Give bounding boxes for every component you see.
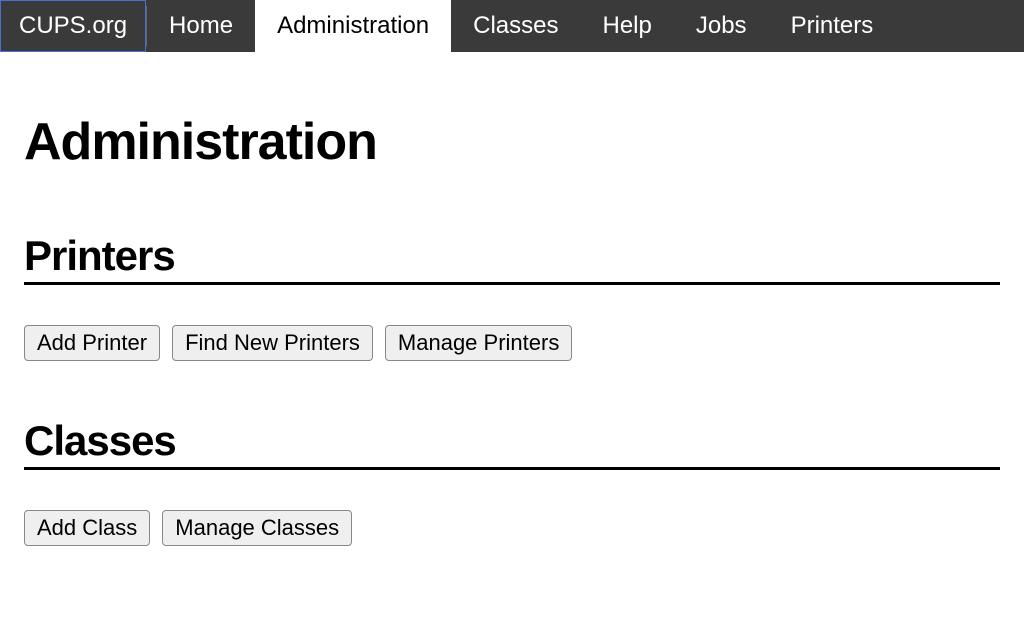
add-class-button[interactable]: Add Class — [24, 510, 150, 546]
nav-classes[interactable]: Classes — [451, 0, 580, 52]
nav-brand[interactable]: CUPS.org — [0, 0, 146, 52]
nav-home[interactable]: Home — [147, 0, 255, 52]
nav-administration[interactable]: Administration — [255, 0, 451, 52]
page-title: Administration — [24, 112, 1000, 172]
classes-button-row: Add Class Manage Classes — [24, 510, 1000, 546]
section-printers-title: Printers — [24, 232, 1000, 285]
find-new-printers-button[interactable]: Find New Printers — [172, 325, 373, 361]
nav-printers[interactable]: Printers — [769, 0, 896, 52]
printers-button-row: Add Printer Find New Printers Manage Pri… — [24, 325, 1000, 361]
manage-printers-button[interactable]: Manage Printers — [385, 325, 572, 361]
content: Administration Printers Add Printer Find… — [0, 52, 1024, 622]
add-printer-button[interactable]: Add Printer — [24, 325, 160, 361]
section-classes-title: Classes — [24, 417, 1000, 470]
nav-jobs[interactable]: Jobs — [674, 0, 769, 52]
manage-classes-button[interactable]: Manage Classes — [162, 510, 352, 546]
nav-help[interactable]: Help — [581, 0, 674, 52]
navbar: CUPS.org Home Administration Classes Hel… — [0, 0, 1024, 52]
